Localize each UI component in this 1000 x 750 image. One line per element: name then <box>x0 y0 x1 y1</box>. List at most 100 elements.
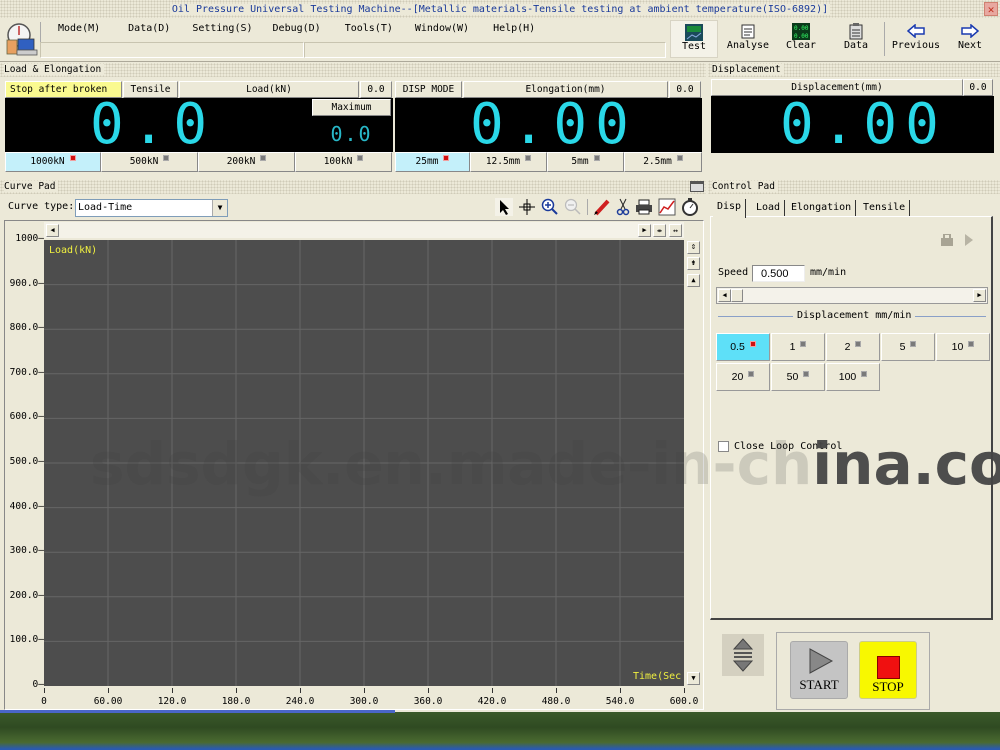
menu-bar: Mode(M) Data(D) Setting(S) Debug(D) Tool… <box>0 18 1000 62</box>
menu-mode[interactable]: Mode(M) <box>58 23 100 34</box>
x-tick-label: 540.0 <box>605 696 635 707</box>
x-tick-mark <box>683 688 685 693</box>
y-tick-label: 1000– <box>15 233 44 244</box>
horizontal-scroll-bar[interactable] <box>44 222 684 238</box>
elong-range-12-5mm[interactable]: 12.5mm <box>470 152 547 172</box>
x-tick-label: 300.0 <box>349 696 379 707</box>
next-button[interactable]: Next <box>950 20 990 58</box>
slider-left-icon[interactable]: ◀ <box>718 289 731 302</box>
speed-preset-2[interactable]: 2 <box>826 333 880 361</box>
status-field-1 <box>40 42 304 58</box>
speed-preset-1[interactable]: 1 <box>771 333 825 361</box>
tab-load[interactable]: Load <box>752 200 786 216</box>
tab-tensile[interactable]: Tensile <box>859 200 911 216</box>
title-bar: Oil Pressure Universal Testing Machine--… <box>0 0 1000 18</box>
elong-range-25mm[interactable]: 25mm <box>395 152 470 172</box>
compress-x-icon[interactable]: ⇹ <box>653 224 666 237</box>
menu-help[interactable]: Help(H) <box>493 23 535 34</box>
speed-preset-10[interactable]: 10 <box>936 333 990 361</box>
clear-label: Clear <box>785 40 817 51</box>
chart-icon[interactable] <box>658 198 676 216</box>
menu-setting[interactable]: Setting(S) <box>192 23 252 34</box>
flag-icon <box>803 371 810 377</box>
elong-range-2-5mm[interactable]: 2.5mm <box>624 152 702 172</box>
x-tick-label: 240.0 <box>285 696 315 707</box>
clear-button[interactable]: 0.00 0.00 Clear <box>780 20 822 58</box>
compress-y-icon[interactable]: ⇟ <box>687 257 700 270</box>
load-range-200kn[interactable]: 200kN <box>198 152 295 172</box>
curve-toolbar <box>495 198 699 216</box>
expand-x-icon[interactable]: ↔ <box>669 224 682 237</box>
range-label: 5mm <box>571 156 589 167</box>
tab-disp[interactable]: Disp <box>713 199 747 218</box>
y-tick-label: 800.0– <box>9 322 44 334</box>
menu-data[interactable]: Data(D) <box>128 23 170 34</box>
speed-input[interactable] <box>752 265 805 282</box>
flag-icon <box>800 341 807 347</box>
speed-preset-0-5[interactable]: 0.5 <box>716 333 770 361</box>
zoom-out-icon[interactable] <box>564 198 582 216</box>
pointer-icon[interactable] <box>495 198 513 216</box>
expand-y-icon[interactable]: ⇕ <box>687 241 700 254</box>
elong-range-5mm[interactable]: 5mm <box>547 152 624 172</box>
load-range-500kn[interactable]: 500kN <box>101 152 198 172</box>
curve-type-value: Load-Time <box>78 202 133 213</box>
scroll-right-icon[interactable]: ▶ <box>638 224 651 237</box>
x-tick-mark <box>555 688 557 693</box>
speed-preset-20[interactable]: 20 <box>716 363 770 391</box>
menu-tools[interactable]: Tools(T) <box>345 23 393 34</box>
crosshair-icon[interactable] <box>518 198 536 216</box>
curve-type-select[interactable]: Load-Time ▼ <box>75 199 228 217</box>
speed-slider[interactable]: ◀ ▶ <box>716 287 988 304</box>
y-tick-label: 400.0– <box>9 500 44 512</box>
start-button[interactable]: START <box>790 641 848 699</box>
slider-right-icon[interactable]: ▶ <box>973 289 986 302</box>
load-value: 0.0 <box>90 92 216 157</box>
speed-preset-50[interactable]: 50 <box>771 363 825 391</box>
flag-icon <box>748 371 755 377</box>
pen-icon[interactable] <box>593 198 611 216</box>
tab-elongation[interactable]: Elongation <box>787 200 857 216</box>
stop-button[interactable]: STOP <box>859 641 917 699</box>
control-pad-header: Control Pad <box>708 180 1000 194</box>
menu-debug[interactable]: Debug(D) <box>273 23 321 34</box>
stop-label: STOP <box>872 679 904 694</box>
previous-button[interactable]: Previous <box>888 20 944 58</box>
range-label: 200kN <box>226 156 256 167</box>
x-tick-label: 420.0 <box>477 696 507 707</box>
slider-thumb[interactable] <box>731 289 743 302</box>
test-button[interactable]: Test <box>670 20 718 58</box>
app-logo-icon <box>6 23 38 56</box>
stopwatch-icon[interactable] <box>681 198 699 216</box>
disp-mode-button[interactable]: DISP MODE <box>395 81 462 98</box>
speed-preset-100[interactable]: 100 <box>826 363 880 391</box>
close-loop-checkbox[interactable] <box>718 441 729 452</box>
printer-icon[interactable] <box>635 198 653 216</box>
scroll-down-icon[interactable]: ▼ <box>687 672 700 685</box>
data-button[interactable]: Data <box>836 20 876 58</box>
maximize-icon[interactable] <box>690 181 704 192</box>
menu-window[interactable]: Window(W) <box>415 23 469 34</box>
scissors-icon[interactable] <box>616 198 630 216</box>
analyse-button[interactable]: Analyse <box>722 20 774 58</box>
close-button[interactable]: ✕ <box>984 2 998 16</box>
load-elongation-title: Load & Elongation <box>4 64 105 75</box>
scroll-up-icon[interactable]: ▲ <box>687 274 700 287</box>
x-tick-mark <box>427 688 429 693</box>
load-range-100kn[interactable]: 100kN <box>295 152 392 172</box>
flag-icon <box>861 371 868 377</box>
y-tick-label: 700.0– <box>9 366 44 378</box>
play-small-icon[interactable] <box>964 233 974 247</box>
scroll-left-icon[interactable]: ◀ <box>46 224 59 237</box>
range-label: 1000kN <box>30 156 65 167</box>
test-label: Test <box>681 41 707 52</box>
lock-icon[interactable] <box>940 234 954 246</box>
speed-preset-5[interactable]: 5 <box>881 333 935 361</box>
load-range-1000kn[interactable]: 1000kN <box>5 152 101 172</box>
start-label: START <box>799 677 839 692</box>
curve-type-label: Curve type: <box>8 201 75 212</box>
window-bottom-edge <box>0 710 395 713</box>
zoom-in-icon[interactable] <box>541 198 559 216</box>
preset-label: 10 <box>951 341 964 353</box>
jog-button[interactable] <box>722 634 764 676</box>
